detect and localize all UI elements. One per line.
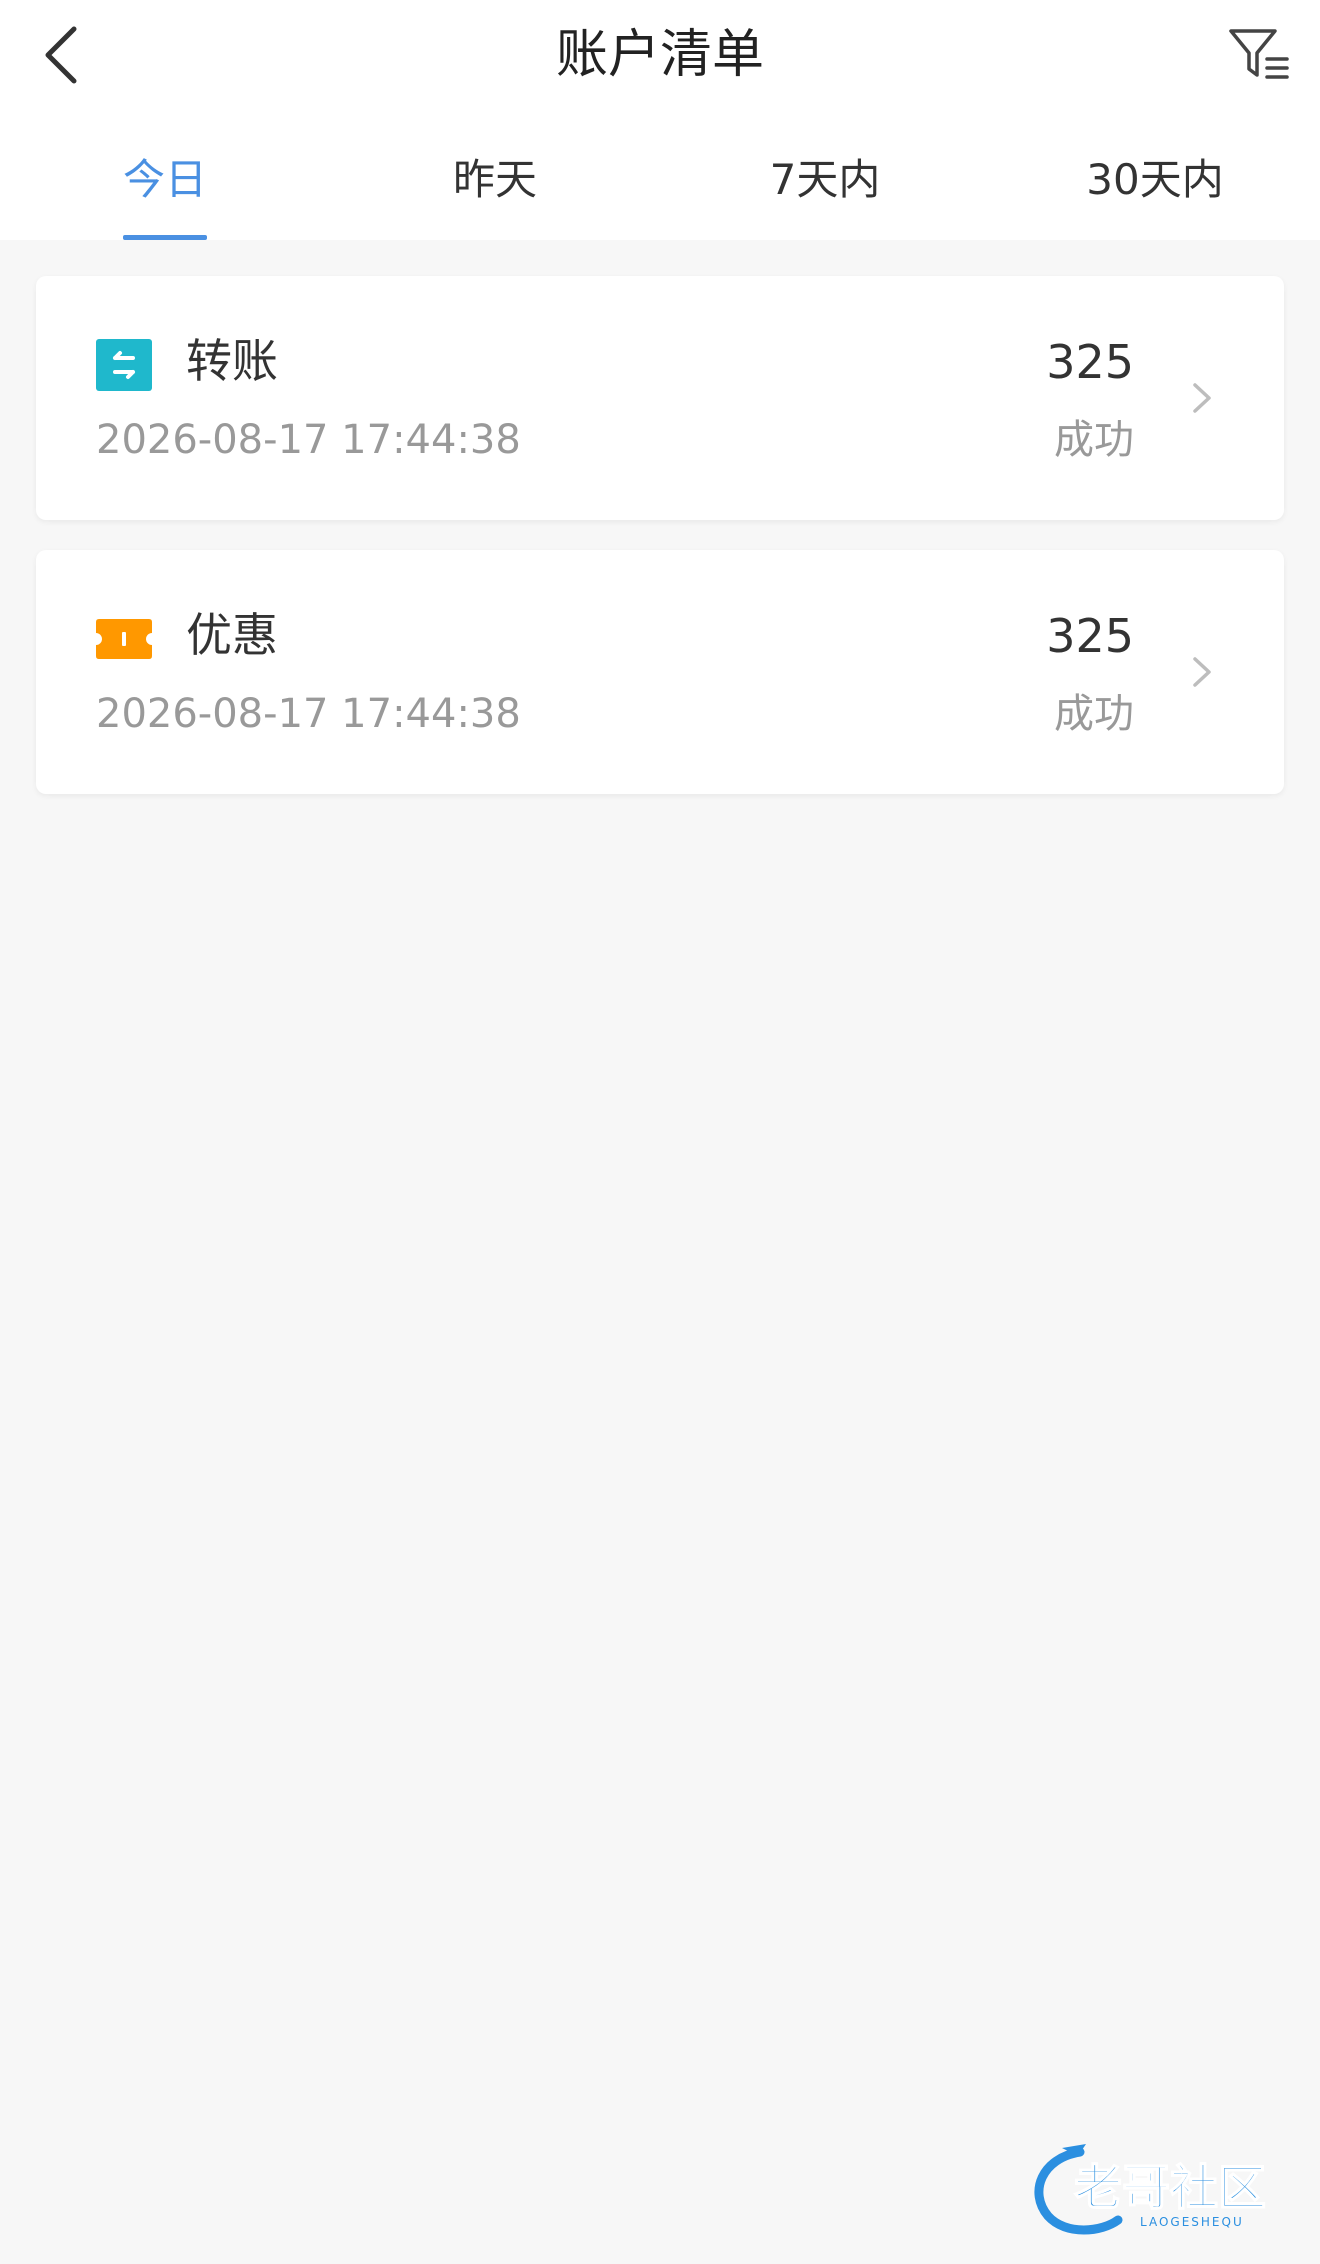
record-item-transfer[interactable]: 转账 2026-08-17 17:44:38 325 成功 — [36, 276, 1284, 520]
tab-7-days[interactable]: 7天内 — [660, 110, 990, 240]
record-amount: 325 — [1046, 335, 1134, 389]
record-status: 成功 — [1054, 691, 1134, 737]
record-timestamp: 2026-08-17 17:44:38 — [96, 691, 521, 737]
transfer-icon — [96, 339, 152, 391]
record-title: 优惠 — [186, 608, 278, 662]
tab-30-days[interactable]: 30天内 — [990, 110, 1320, 240]
record-timestamp: 2026-08-17 17:44:38 — [96, 417, 521, 463]
coupon-icon — [96, 619, 152, 659]
page-title: 账户清单 — [555, 25, 764, 85]
record-list: 转账 2026-08-17 17:44:38 325 成功 优惠 2026-08… — [36, 276, 1284, 824]
svg-text:LAOGESHEQU: LAOGESHEQU — [1140, 2215, 1244, 2229]
tab-yesterday[interactable]: 昨天 — [330, 110, 660, 240]
tab-label: 昨天 — [452, 155, 537, 204]
tab-today[interactable]: 今日 — [0, 110, 330, 240]
record-title: 转账 — [186, 334, 278, 388]
chevron-right-icon — [1193, 383, 1211, 413]
filter-icon — [1229, 29, 1289, 79]
svg-text:老哥社区: 老哥社区 — [1074, 2160, 1266, 2216]
tab-label: 7天内 — [769, 155, 881, 204]
record-amount: 325 — [1046, 609, 1134, 663]
filter-button[interactable] — [1224, 20, 1294, 90]
tab-label: 30天内 — [1086, 155, 1224, 204]
chevron-right-icon — [1193, 657, 1211, 687]
date-range-tabs: 今日 昨天 7天内 30天内 — [0, 110, 1320, 240]
tab-label: 今日 — [122, 155, 207, 204]
active-tab-indicator — [123, 235, 207, 240]
navigation-bar: 账户清单 — [0, 0, 1320, 110]
watermark-logo: 老哥社区 LAOGESHEQU — [1034, 2144, 1267, 2235]
record-item-discount[interactable]: 优惠 2026-08-17 17:44:38 325 成功 — [36, 550, 1284, 794]
account-list-page: 账户清单 今日 昨天 7天内 30天内 转账 2026-08-17 17:44:… — [0, 0, 1320, 2264]
record-status: 成功 — [1054, 417, 1134, 463]
